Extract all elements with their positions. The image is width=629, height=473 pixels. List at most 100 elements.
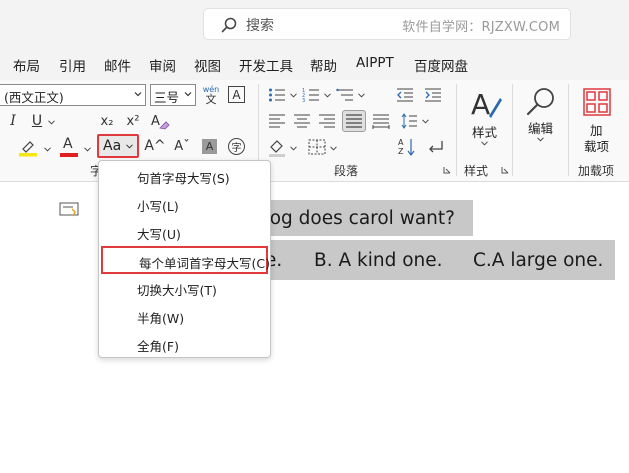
title-bar: 搜索 软件自学网：RJZXW.COM [0, 0, 629, 47]
shrink-font-button[interactable]: Aˇ [173, 136, 191, 156]
svg-text:A: A [398, 138, 404, 147]
styles-icon[interactable]: A [469, 86, 503, 122]
chevron-down-icon [184, 92, 192, 97]
clear-formatting-icon[interactable]: A [150, 111, 170, 131]
ribbon: (西文正文) 三号 wén 文 A I U x₂ x² A A Aa A^ Aˇ… [0, 80, 629, 182]
styles-button-label[interactable]: 样式 [472, 122, 497, 141]
numbering-icon[interactable]: 1 2 3 [302, 87, 320, 103]
chevron-down-icon[interactable] [422, 119, 429, 124]
chevron-down-icon[interactable] [324, 93, 331, 98]
align-left-icon[interactable] [268, 113, 286, 129]
justify-icon[interactable] [345, 113, 363, 129]
menu-item-full-width[interactable]: 全角(F) [99, 331, 270, 357]
menu-item-capitalize-each-word[interactable]: 每个单词首字母大写(C) [101, 246, 270, 274]
document-line-2b: B. A kind one. [314, 250, 443, 271]
chevron-down-icon[interactable] [84, 147, 91, 152]
tab-help[interactable]: 帮助 [310, 55, 337, 75]
menu-item-sentence-case[interactable]: 句首字母大写(S) [99, 163, 270, 189]
tab-mailings[interactable]: 邮件 [104, 55, 131, 75]
addins-button-label-line2[interactable]: 载项 [584, 136, 609, 155]
italic-button[interactable]: I [6, 111, 20, 131]
phonetic-bottom: 文 [205, 92, 217, 106]
superscript-glyph: x² [126, 113, 140, 129]
addins-group-label: 加载项 [578, 164, 615, 178]
search-box[interactable]: 搜索 软件自学网：RJZXW.COM [203, 8, 571, 40]
align-right-icon[interactable] [318, 113, 336, 129]
font-name-value: (西文正文) [4, 90, 64, 105]
chevron-down-icon[interactable] [290, 146, 297, 151]
dialog-launcher-icon[interactable] [443, 166, 451, 174]
borders-icon[interactable] [308, 139, 326, 155]
paste-options-icon[interactable] [59, 200, 81, 218]
subscript-glyph: x₂ [100, 113, 114, 129]
grow-font-glyph: A^ [144, 138, 166, 154]
svg-text:A: A [151, 114, 160, 129]
multilevel-list-icon[interactable] [336, 87, 354, 103]
paint-bucket-icon[interactable] [268, 138, 286, 158]
search-icon [221, 17, 237, 33]
addins-grid-icon[interactable] [583, 88, 611, 116]
superscript-button[interactable]: x² [124, 111, 142, 131]
group-separator [568, 84, 569, 176]
paragraph-group-label: 段落 [334, 164, 359, 178]
character-shading-button[interactable]: A [202, 139, 217, 154]
menu-bar: 布局 引用 邮件 审阅 视图 开发工具 帮助 AIPPT 百度网盘 [0, 47, 629, 80]
menu-item-lowercase[interactable]: 小写(L) [99, 191, 270, 217]
font-name-select[interactable]: (西文正文) [0, 84, 146, 106]
font-size-value: 三号 [154, 90, 180, 105]
bullets-icon[interactable] [268, 87, 286, 103]
chevron-down-icon[interactable] [537, 137, 544, 142]
change-case-button[interactable]: Aa [97, 134, 139, 158]
font-color-swatch [60, 153, 78, 157]
chevron-down-icon[interactable] [481, 141, 488, 146]
enclose-char-glyph: 字 [231, 143, 242, 154]
tab-aippt[interactable]: AIPPT [356, 55, 394, 71]
chevron-down-icon[interactable] [358, 93, 365, 98]
shrink-font-glyph: Aˇ [174, 138, 190, 154]
chevron-down-icon[interactable] [330, 146, 337, 151]
find-magnifier-icon[interactable] [525, 86, 557, 118]
character-border-button[interactable]: A [228, 86, 245, 103]
increase-indent-icon[interactable] [424, 87, 442, 103]
menu-item-toggle-case[interactable]: 切换大小写(T) [99, 275, 270, 301]
subscript-button[interactable]: x₂ [98, 111, 116, 131]
dialog-launcher-icon[interactable] [501, 166, 509, 174]
font-size-select[interactable]: 三号 [150, 84, 196, 106]
tab-layout[interactable]: 布局 [13, 55, 40, 75]
phonetic-guide-button[interactable]: wén 文 [200, 83, 222, 107]
font-color-glyph: A [63, 136, 73, 152]
tab-references[interactable]: 引用 [59, 55, 86, 75]
highlighter-icon[interactable] [18, 137, 38, 157]
font-color-button[interactable]: A [60, 136, 78, 158]
grow-font-button[interactable]: A^ [144, 136, 166, 156]
tab-developer[interactable]: 开发工具 [239, 55, 293, 75]
menu-item-half-width[interactable]: 半角(W) [99, 303, 270, 329]
tab-review[interactable]: 审阅 [149, 55, 176, 75]
character-shading-glyph: A [205, 140, 214, 153]
show-marks-icon[interactable] [426, 139, 444, 155]
underline-button[interactable]: U [30, 111, 44, 131]
distributed-icon[interactable] [372, 113, 390, 129]
menu-item-uppercase[interactable]: 大写(U) [99, 219, 270, 245]
tab-view[interactable]: 视图 [194, 55, 221, 75]
svg-text:Z: Z [398, 147, 404, 156]
document-line-1: dog does carol want? [258, 208, 455, 229]
chevron-down-icon[interactable] [44, 147, 51, 152]
line-spacing-icon[interactable] [400, 113, 418, 129]
sort-icon[interactable]: A Z [398, 137, 416, 157]
document-line-2c: C.A large one. [473, 250, 604, 271]
underline-glyph: U [31, 113, 43, 129]
watermark-text: 软件自学网：RJZXW.COM [402, 20, 560, 35]
chevron-down-icon[interactable] [48, 120, 55, 125]
character-border-glyph: A [232, 87, 241, 102]
tab-baidu-netdisk[interactable]: 百度网盘 [414, 55, 468, 75]
svg-text:3: 3 [302, 98, 305, 103]
chevron-down-icon[interactable] [290, 93, 297, 98]
editing-button-label[interactable]: 编辑 [528, 118, 553, 137]
document-area[interactable]: dog does carol want? e. B. A kind one. C… [0, 182, 629, 473]
change-case-menu: 句首字母大写(S) 小写(L) 大写(U) 每个单词首字母大写(C) 切换大小写… [98, 160, 271, 358]
decrease-indent-icon[interactable] [396, 87, 414, 103]
enclose-characters-button[interactable]: 字 [228, 138, 245, 155]
align-center-icon[interactable] [293, 113, 311, 129]
chevron-down-icon [126, 144, 133, 149]
